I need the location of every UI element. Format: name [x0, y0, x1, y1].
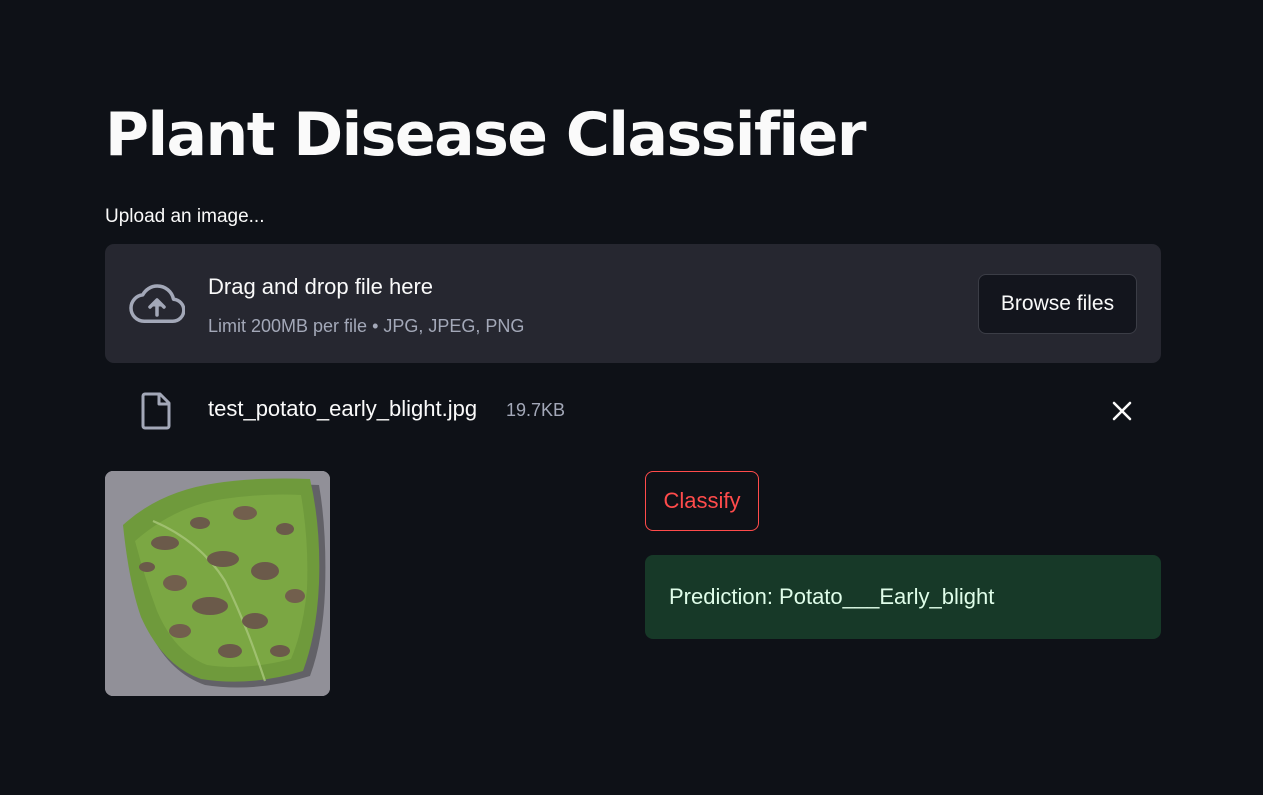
browse-files-button[interactable]: Browse files [978, 274, 1137, 334]
prediction-alert: Prediction: Potato___Early_blight [645, 555, 1161, 639]
uploaded-file-item: test_potato_early_blight.jpg 19.7KB [105, 386, 1161, 434]
page-title: Plant Disease Classifier [105, 100, 866, 170]
prediction-text: Prediction: Potato___Early_blight [669, 584, 995, 609]
remove-file-button[interactable] [1109, 398, 1135, 424]
file-icon [141, 392, 171, 430]
leaf-photo [105, 471, 330, 696]
dropzone-limit-text: Limit 200MB per file • JPG, JPEG, PNG [208, 316, 525, 336]
uploaded-file-size: 19.7KB [506, 400, 566, 420]
uploaded-file-name: test_potato_early_blight.jpg [208, 396, 478, 421]
uploaded-leaf-image [105, 471, 330, 696]
uploader-label: Upload an image... [105, 206, 265, 227]
app-page: Plant Disease Classifier Upload an image… [0, 0, 1263, 795]
dropzone-instructions: Drag and drop file here [208, 274, 434, 299]
file-dropzone[interactable]: Drag and drop file here Limit 200MB per … [105, 244, 1161, 363]
close-icon [1112, 401, 1132, 421]
classify-button[interactable]: Classify [645, 471, 759, 531]
cloud-upload-icon [129, 284, 185, 323]
